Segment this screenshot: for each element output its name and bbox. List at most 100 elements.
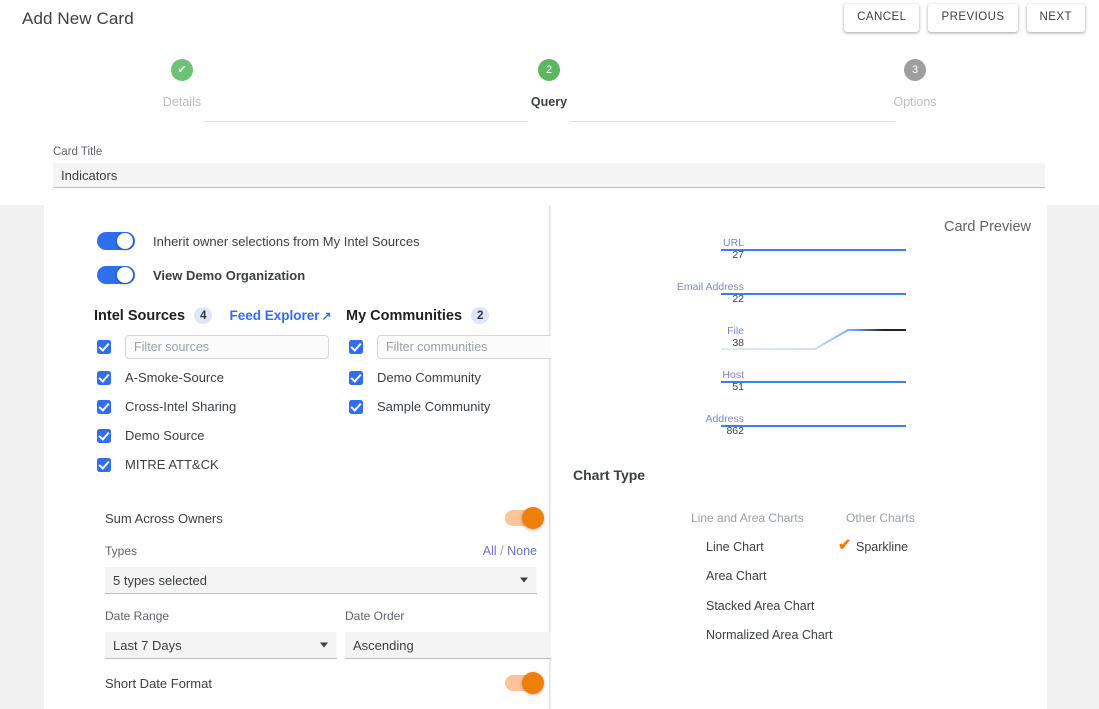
check-icon: ✔ bbox=[838, 537, 852, 554]
sparkline-path-host bbox=[721, 381, 906, 383]
list-item-label: Sample Community bbox=[377, 399, 491, 414]
sparkline-row-address[interactable]: Address 862 bbox=[551, 413, 951, 451]
next-button[interactable]: NEXT bbox=[1026, 4, 1085, 32]
chart-type-option-stacked-area-chart[interactable]: Stacked Area Chart bbox=[706, 599, 814, 613]
sparkline-path-url bbox=[721, 249, 906, 251]
card-preview-panel: Card Preview URL 27 Email Address 22 Fil… bbox=[551, 205, 1047, 709]
sparkline-path-file bbox=[721, 329, 906, 350]
step-marker-details: ✔ bbox=[171, 59, 193, 81]
checkbox[interactable] bbox=[97, 457, 111, 472]
sparkline-labels: File 38 bbox=[584, 325, 744, 349]
sum-across-owners-row: Sum Across Owners bbox=[105, 507, 544, 529]
date-range-label: Date Range bbox=[105, 609, 170, 623]
external-link-icon: ↗ bbox=[321, 308, 332, 323]
checkbox[interactable] bbox=[97, 399, 111, 414]
sparkline-row-host[interactable]: Host 51 bbox=[551, 369, 951, 407]
sparkline-row-file[interactable]: File 38 bbox=[551, 325, 951, 363]
sparkline-row-url[interactable]: URL 27 bbox=[551, 237, 951, 275]
intel-sources-list: A-Smoke-Source Cross-Intel Sharing Demo … bbox=[97, 331, 337, 479]
checkbox[interactable] bbox=[97, 428, 111, 443]
my-communities-heading: My Communities bbox=[346, 307, 463, 324]
chart-type-column-heading-other: Other Charts bbox=[846, 511, 915, 525]
inherit-owner-toggle-row: Inherit owner selections from My Intel S… bbox=[97, 232, 420, 250]
intel-sources-count-badge: 4 bbox=[194, 307, 213, 324]
view-demo-org-toggle-row: View Demo Organization bbox=[97, 266, 305, 284]
previous-button[interactable]: PREVIOUS bbox=[928, 4, 1018, 32]
feed-explorer-link[interactable]: Feed Explorer ↗ bbox=[229, 308, 331, 323]
sparkline-value: 27 bbox=[732, 249, 744, 261]
sparkline-value: 51 bbox=[732, 381, 744, 393]
inherit-owner-toggle[interactable] bbox=[97, 232, 135, 250]
short-date-format-toggle[interactable] bbox=[505, 672, 544, 694]
types-none-link[interactable]: None bbox=[507, 544, 537, 558]
date-range-select[interactable]: Last 7 Days bbox=[105, 632, 337, 659]
chevron-down-icon bbox=[320, 642, 328, 648]
sum-across-owners-toggle[interactable] bbox=[505, 507, 544, 529]
checkbox[interactable] bbox=[349, 370, 363, 385]
types-field: Types All / None 5 types selected bbox=[105, 544, 537, 594]
list-item[interactable]: Demo Source bbox=[97, 421, 337, 450]
short-date-format-row: Short Date Format bbox=[105, 672, 544, 694]
header-actions: CANCEL PREVIOUS NEXT bbox=[844, 4, 1085, 32]
types-separator: / bbox=[500, 544, 504, 558]
stepper-step-options[interactable]: 3 Options bbox=[835, 59, 995, 109]
date-order-value: Ascending bbox=[353, 637, 414, 653]
sparkline-name: URL bbox=[722, 237, 744, 249]
intel-sources-header: Intel Sources 4 Feed Explorer ↗ bbox=[94, 307, 332, 324]
intel-sources-select-all-checkbox[interactable] bbox=[97, 340, 111, 354]
feed-explorer-label: Feed Explorer bbox=[229, 308, 320, 323]
short-date-format-label: Short Date Format bbox=[105, 675, 212, 691]
my-communities-count-badge: 2 bbox=[471, 307, 490, 324]
list-item[interactable]: MITRE ATT&CK bbox=[97, 450, 337, 479]
my-communities-select-all-checkbox[interactable] bbox=[349, 340, 363, 354]
chart-type-option-line-chart[interactable]: Line Chart bbox=[706, 540, 764, 554]
types-all-link[interactable]: All bbox=[483, 544, 497, 558]
view-demo-org-label: View Demo Organization bbox=[153, 267, 306, 283]
stepper-step-query[interactable]: 2 Query bbox=[469, 59, 629, 109]
step-label-options: Options bbox=[893, 95, 937, 109]
content-area: Inherit owner selections from My Intel S… bbox=[0, 205, 1099, 709]
chart-type-column-heading-line-area: Line and Area Charts bbox=[691, 511, 804, 525]
step-label-details: Details bbox=[162, 95, 202, 109]
chart-type-option-normalized-area-chart[interactable]: Normalized Area Chart bbox=[706, 628, 832, 642]
sparkline-name: Email Address bbox=[676, 281, 744, 293]
page-title: Add New Card bbox=[22, 9, 134, 28]
stepper-step-details[interactable]: ✔ Details bbox=[102, 59, 262, 109]
date-order-select[interactable]: Ascending bbox=[345, 632, 577, 659]
date-order-label: Date Order bbox=[345, 609, 405, 623]
date-order-field: Date Order Ascending bbox=[345, 609, 577, 659]
sparkline-path-address bbox=[721, 425, 906, 427]
date-range-field: Date Range Last 7 Days bbox=[105, 609, 337, 659]
types-all-none[interactable]: All / None bbox=[483, 544, 537, 558]
types-select[interactable]: 5 types selected bbox=[105, 567, 537, 594]
sparkline-path-email-address bbox=[721, 293, 906, 295]
toggle-knob bbox=[522, 507, 544, 529]
wizard-stepper: ✔ Details 2 Query 3 Options bbox=[0, 52, 1099, 122]
card-title-input[interactable] bbox=[53, 163, 1045, 188]
card-preview-title: Card Preview bbox=[943, 219, 1031, 235]
types-label: Types bbox=[105, 544, 138, 558]
intel-sources-filter-input[interactable] bbox=[125, 335, 329, 359]
query-settings-panel: Inherit owner selections from My Intel S… bbox=[44, 205, 581, 709]
sparkline-value: 38 bbox=[732, 337, 744, 349]
chevron-down-icon bbox=[520, 577, 528, 583]
sparkline-row-email-address[interactable]: Email Address 22 bbox=[551, 281, 951, 319]
checkbox[interactable] bbox=[97, 370, 111, 385]
card-title-field: Card Title bbox=[53, 146, 1045, 188]
list-item[interactable]: Cross-Intel Sharing bbox=[97, 392, 337, 421]
checkbox[interactable] bbox=[349, 399, 363, 414]
sparkline-labels: Address 862 bbox=[584, 413, 744, 437]
step-marker-query: 2 bbox=[538, 59, 560, 81]
list-item[interactable]: A-Smoke-Source bbox=[97, 363, 337, 392]
intel-sources-filter-row bbox=[97, 331, 337, 363]
view-demo-org-toggle[interactable] bbox=[97, 266, 135, 284]
sparkline-name: File bbox=[727, 325, 744, 337]
stepper-connector-1 bbox=[203, 121, 528, 122]
chart-type-option-sparkline[interactable]: Sparkline bbox=[856, 540, 908, 554]
types-select-value: 5 types selected bbox=[113, 572, 207, 588]
cancel-button[interactable]: CANCEL bbox=[844, 4, 920, 32]
chart-type-option-area-chart[interactable]: Area Chart bbox=[706, 569, 766, 583]
toggle-knob bbox=[117, 267, 133, 283]
list-item-label: Cross-Intel Sharing bbox=[125, 399, 237, 414]
sparkline-chart: URL 27 Email Address 22 File 38 Host 51 … bbox=[551, 237, 1047, 437]
